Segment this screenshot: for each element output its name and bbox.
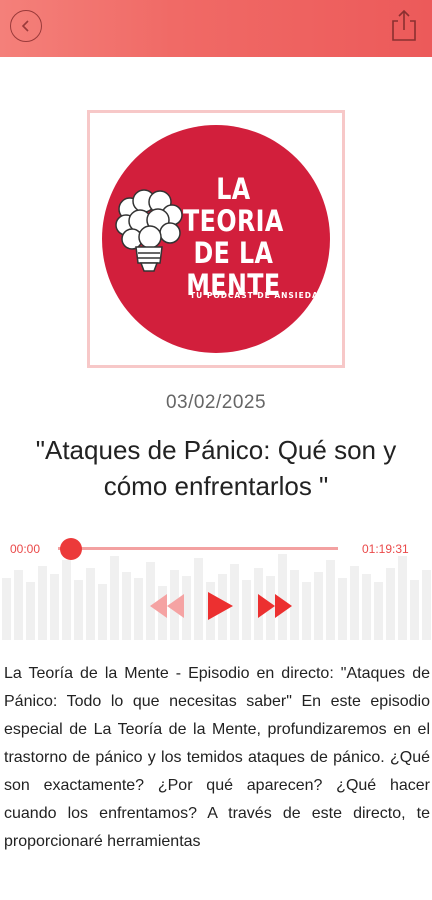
waveform-bar xyxy=(242,580,251,640)
waveform-bar xyxy=(2,578,11,640)
podcast-cover: LA TEORIA DE LA MENTE TU PODCAST DE ANSI… xyxy=(87,110,345,368)
waveform-bar xyxy=(362,574,371,640)
episode-title: "Ataques de Pánico: Qué son y cómo enfre… xyxy=(35,435,397,501)
episode-description: La Teoría de la Mente - Episodio en dire… xyxy=(4,665,430,850)
progress-knob[interactable] xyxy=(60,538,82,560)
waveform-bar xyxy=(14,570,23,640)
waveform-bar xyxy=(38,566,47,640)
play-icon xyxy=(208,592,233,620)
cover-title: LA TEORIA DE LA MENTE xyxy=(183,172,284,302)
progress-track[interactable] xyxy=(58,547,338,550)
cover-subtitle: TU PODCAST DE ANSIEDAD xyxy=(190,291,326,300)
audio-player: 00:00 01:19:31 xyxy=(0,528,432,640)
rewind-button[interactable] xyxy=(146,592,188,620)
time-total: 01:19:31 xyxy=(362,542,409,556)
waveform-bar xyxy=(194,558,203,640)
waveform-bar xyxy=(398,556,407,640)
fast-forward-button[interactable] xyxy=(254,592,296,620)
time-elapsed: 00:00 xyxy=(10,542,41,556)
back-button[interactable] xyxy=(10,10,42,42)
chevron-left-icon xyxy=(21,20,29,32)
waveform-bar xyxy=(422,570,431,640)
brain-lightbulb-icon xyxy=(115,189,183,272)
share-button[interactable] xyxy=(390,8,418,42)
share-icon xyxy=(392,9,416,41)
episode-date: 03/02/2025 xyxy=(165,392,267,413)
waveform-bar xyxy=(326,560,335,640)
waveform-bar xyxy=(350,566,359,640)
waveform-bar xyxy=(50,574,59,640)
waveform-bar xyxy=(86,568,95,640)
waveform-bar xyxy=(410,580,419,640)
waveform-bar xyxy=(314,572,323,640)
waveform-bar xyxy=(374,582,383,640)
rewind-icon xyxy=(150,594,184,618)
waveform-bar xyxy=(134,578,143,640)
fast-forward-icon xyxy=(258,594,292,618)
cover-circle: LA TEORIA DE LA MENTE TU PODCAST DE ANSI… xyxy=(102,125,330,353)
waveform-bar xyxy=(122,572,131,640)
waveform-bar xyxy=(26,582,35,640)
waveform-bar xyxy=(98,584,107,640)
waveform-bar xyxy=(110,556,119,640)
waveform-bar xyxy=(386,568,395,640)
top-bar xyxy=(0,0,432,57)
waveform-bar xyxy=(338,578,347,640)
waveform-bar xyxy=(74,580,83,640)
play-button[interactable] xyxy=(205,590,235,622)
waveform-bar xyxy=(302,582,311,640)
waveform-bar xyxy=(62,560,71,640)
